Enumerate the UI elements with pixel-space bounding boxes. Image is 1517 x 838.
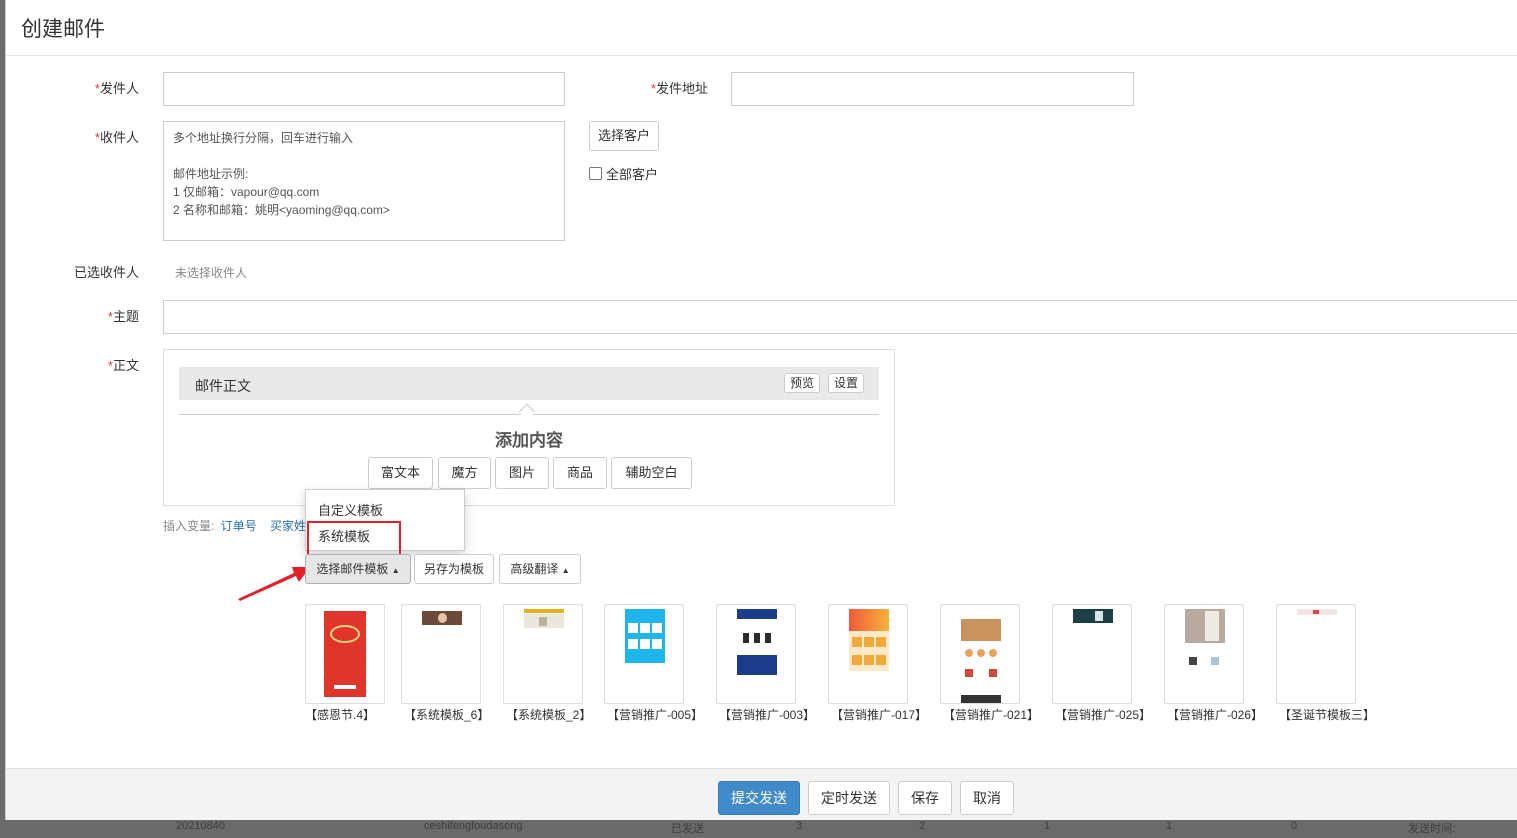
select-customer-button[interactable]: 选择客户 [589,121,659,151]
background-cell: 2 [919,820,926,832]
template-card[interactable] [401,604,481,704]
recipient-label: *收件人 [94,130,139,145]
subject-label: *主题 [107,309,139,324]
sender-address-label: *发件地址 [650,81,708,96]
dialog-header: 创建邮件 [6,0,1517,56]
background-cell: 3 [796,820,803,832]
magic-cube-button[interactable]: 魔方 [438,457,491,489]
background-cell: 20210840 [176,820,225,832]
background-cell: 1 [1044,820,1051,832]
template-thumbnail [961,609,1001,703]
dialog-footer: 提交发送 定时发送 保存 取消 [6,768,1517,820]
recipient-hint-line: 多个地址换行分隔，回车进行输入 [173,131,354,145]
template-card[interactable] [305,604,385,704]
template-name: 【营销推广-021】 [943,708,1040,722]
advanced-translate-button[interactable]: 高级翻译 ▲ [499,554,581,584]
recipient-hint-line: 1 仅邮箱：vapour@qq.com [173,185,320,199]
all-customers-label: 全部客户 [606,167,659,182]
insert-variable-label: 插入变量: [163,519,215,533]
template-thumbnail [849,609,889,671]
recipient-hint-line [173,147,555,165]
select-template-button[interactable]: 选择邮件模板 ▲ [305,554,411,584]
template-card[interactable] [1052,604,1132,704]
sender-label: *发件人 [94,81,139,96]
settings-button[interactable]: 设置 [828,373,865,393]
sender-address-input[interactable] [731,72,1134,106]
template-thumbnail [524,609,564,613]
add-content-title: 添加内容 [495,431,563,450]
background-cell: ceshifengfoudasong [424,820,523,832]
custom-template-item[interactable]: 自定义模板 [318,500,383,519]
product-button[interactable]: 商品 [553,457,607,489]
template-name: 【圣诞节模板三】 [1279,708,1376,722]
scheduled-send-button[interactable]: 定时发送 [808,781,890,815]
template-thumbnail [1187,651,1223,667]
dialog-title: 创建邮件 [21,18,105,41]
background-table-row: 20210840 ceshifengfoudasong 已发送 3 2 1 1 … [6,818,1517,838]
all-customers-checkbox[interactable] [589,167,602,180]
template-name: 【营销推广-025】 [1055,708,1152,722]
template-thumbnail [1185,609,1225,643]
template-card[interactable] [940,604,1020,704]
insert-caret-icon [518,403,536,421]
rich-text-button[interactable]: 富文本 [368,457,433,489]
template-card[interactable] [604,604,684,704]
editor-toolbar: 邮件正文 预览 设置 [179,367,879,400]
insert-variable-row: 插入变量: 订单号 买家姓名 [163,517,318,534]
variable-order-number[interactable]: 订单号 [221,519,257,533]
background-cell: 1 [1166,820,1173,832]
mail-body-editor: 邮件正文 预览 设置 添加内容 富文本 魔方 图片 商品 辅助空白 [163,349,895,506]
create-mail-dialog: 创建邮件 *发件人 *发件地址 *收件人 多个地址换行分隔，回车进行输入 邮件地… [5,0,1517,820]
caret-up-icon: ▲ [561,566,570,575]
annotation-arrow-icon [238,567,310,601]
editor-title: 邮件正文 [195,378,251,394]
sender-input[interactable] [163,72,565,106]
select-template-label: 选择邮件模板 [316,562,389,576]
save-as-template-button[interactable]: 另存为模板 [414,554,494,584]
template-name: 【营销推广-003】 [719,708,816,722]
spacer-button[interactable]: 辅助空白 [611,457,692,489]
save-button[interactable]: 保存 [898,781,952,815]
template-thumbnail [422,611,462,625]
template-card[interactable] [1164,604,1244,704]
selected-recipients-label: 已选收件人 [73,265,139,280]
template-card[interactable] [1276,604,1356,704]
template-name: 【营销推广-026】 [1167,708,1264,722]
recipient-hint-line: 邮件地址示例: [173,167,249,181]
all-customers-option[interactable]: 全部客户 [589,164,658,183]
template-card[interactable] [828,604,908,704]
template-name: 【系统模板_6】 [404,708,490,722]
cancel-button[interactable]: 取消 [960,781,1014,815]
template-thumbnail [737,609,777,675]
recipient-hint-line: 2 名称和邮箱：姚明<yaoming@qq.com> [173,203,390,217]
subject-input[interactable] [163,300,1517,334]
background-cell: 0 [1291,820,1298,832]
template-thumbnail [524,614,564,628]
template-thumbnail [1297,609,1337,615]
template-name: 【营销推广-017】 [831,708,928,722]
selected-recipients-value: 未选择收件人 [175,266,248,280]
advanced-translate-label: 高级翻译 [510,562,559,576]
submit-send-button[interactable]: 提交发送 [718,781,800,815]
template-name: 【感恩节.4】 [305,708,376,722]
preview-button[interactable]: 预览 [784,373,821,393]
template-card[interactable] [503,604,583,704]
image-button[interactable]: 图片 [495,457,549,489]
template-thumbnail [1073,609,1113,623]
recipient-textarea[interactable]: 多个地址换行分隔，回车进行输入 邮件地址示例: 1 仅邮箱：vapour@qq.… [163,121,565,241]
caret-up-icon: ▲ [391,566,400,575]
background-cell: 发送时间: [1408,823,1456,835]
template-thumbnail [324,611,366,697]
template-card[interactable] [716,604,796,704]
template-name: 【营销推广-005】 [607,708,704,722]
template-thumbnail [625,609,665,663]
body-label: *正文 [107,358,139,373]
template-name: 【系统模板_2】 [506,708,592,722]
background-cell: 已发送 [671,823,704,835]
annotation-highlight-box [307,521,401,556]
